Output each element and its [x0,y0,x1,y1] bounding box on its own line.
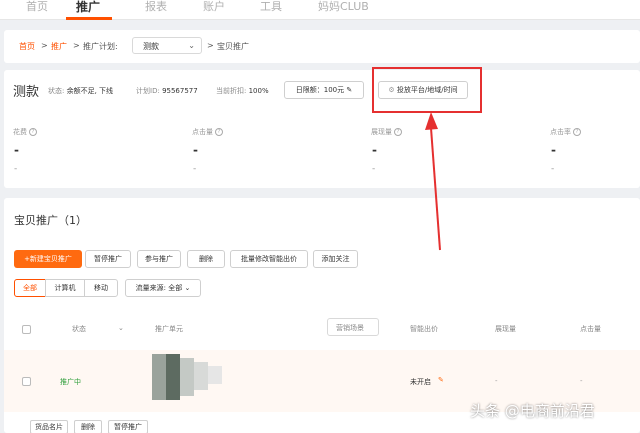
watermark: 头条 @电商前沿君 [470,402,595,420]
annotation-arrow [425,112,441,251]
